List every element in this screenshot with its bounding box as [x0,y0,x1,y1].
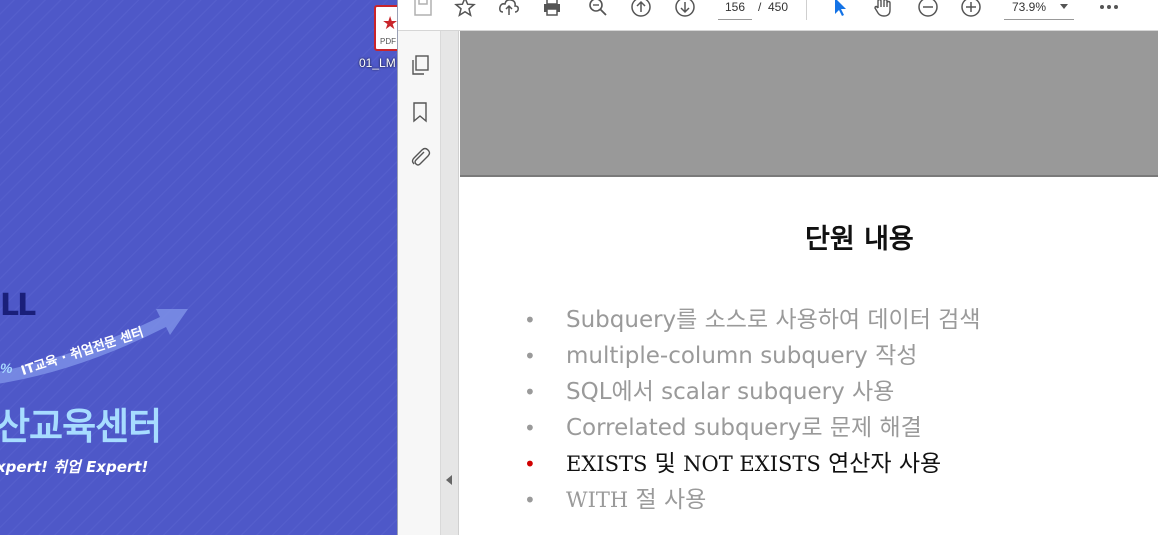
bullet-text: multiple-column subquery 작성 [566,343,918,369]
zoom-in-icon[interactable] [958,0,984,20]
page-thumbnails-icon[interactable] [408,53,432,77]
desktop-wallpaper: LL % IT교육 · 취업전문 센터 산교육센터 xpert! 취업 Expe… [0,0,397,535]
list-item-active: • EXISTS 및 NOT EXISTS 연산자 사용 [524,449,981,485]
collapse-left-icon[interactable] [446,475,452,485]
navigation-pane [398,31,441,535]
next-page-icon[interactable] [672,0,698,20]
zoom-out-icon[interactable] [915,0,941,20]
select-cursor-icon[interactable] [827,0,853,20]
list-item: • Correlated subquery로 문제 해결 [524,413,981,449]
hand-tool-icon[interactable] [870,0,896,20]
bullet-icon: • [524,344,536,368]
wallpaper-center-name: 산교육센터 [0,405,162,448]
keyword-exists: EXISTS [566,452,648,476]
bullet-icon: • [524,488,536,512]
pane-collapse-handle[interactable] [441,31,459,535]
reader-toolbar: 156 / 450 73.9% [398,0,1158,31]
keyword-with: WITH [566,488,629,512]
slide-title: 단원 내용 [805,224,914,255]
save-icon[interactable] [410,0,436,20]
bullet-list: • Subquery를 소스로 사용하여 데이터 검색 • multiple-col… [524,305,981,521]
keyword-not-exists: NOT EXISTS [683,452,821,476]
chevron-down-icon[interactable] [1060,4,1068,9]
bullet-text: SQL에서 scalar subquery 사용 [566,379,895,405]
bullet-text: Subquery를 소스로 사용하여 데이터 검색 [566,307,981,333]
more-icon[interactable] [1096,0,1122,20]
pdf-file-icon: ★ PDF [374,5,397,51]
desktop-icon-label: 01_LM [359,56,396,70]
toolbar-divider [806,0,807,20]
list-item: • WITH 절 사용 [524,485,981,521]
acrobat-logo-icon: ★ [382,13,397,33]
bookmark-icon[interactable] [408,100,432,124]
star-icon[interactable] [452,0,478,20]
bullet-text: Correlated subquery로 문제 해결 [566,415,922,441]
document-view[interactable]: 단원 내용 • Subquery를 소스로 사용하여 데이터 검색 • multip… [460,31,1158,535]
list-item: • multiple-column subquery 작성 [524,341,981,377]
zoom-level-select[interactable]: 73.9% [1004,0,1074,20]
bullet-icon: • [524,416,536,440]
page-total: 450 [768,0,789,14]
bullet-text-mid: 및 [647,451,684,477]
bullet-text-rest: 절 사용 [628,487,707,513]
page-number-input[interactable]: 156 [718,0,752,20]
previous-page-region [460,31,1158,175]
pdf-badge-label: PDF [380,37,396,46]
slide-page: 단원 내용 • Subquery를 소스로 사용하여 데이터 검색 • multip… [460,177,1158,535]
list-item: • Subquery를 소스로 사용하여 데이터 검색 [524,305,981,341]
print-icon[interactable] [539,0,565,20]
bullet-icon: • [524,380,536,404]
bullet-text-rest: 연산자 사용 [820,451,942,477]
desktop-pdf-shortcut[interactable]: ★ PDF 01_LM [356,5,397,75]
pdf-reader-window: 156 / 450 73.9% 단원 내용 • Subquery를 소스로 사용… [397,0,1158,535]
bullet-icon: • [524,308,536,332]
wallpaper-percent: % [0,360,13,376]
bullet-icon: • [524,452,536,476]
attachment-icon[interactable] [408,145,432,169]
prev-page-icon[interactable] [628,0,654,20]
list-item: • SQL에서 scalar subquery 사용 [524,377,981,413]
wallpaper-subtitle: xpert! 취업 Expert! [0,458,149,476]
zoom-search-icon[interactable] [585,0,611,20]
upload-cloud-icon[interactable] [496,0,522,20]
page-separator: / [758,0,762,14]
